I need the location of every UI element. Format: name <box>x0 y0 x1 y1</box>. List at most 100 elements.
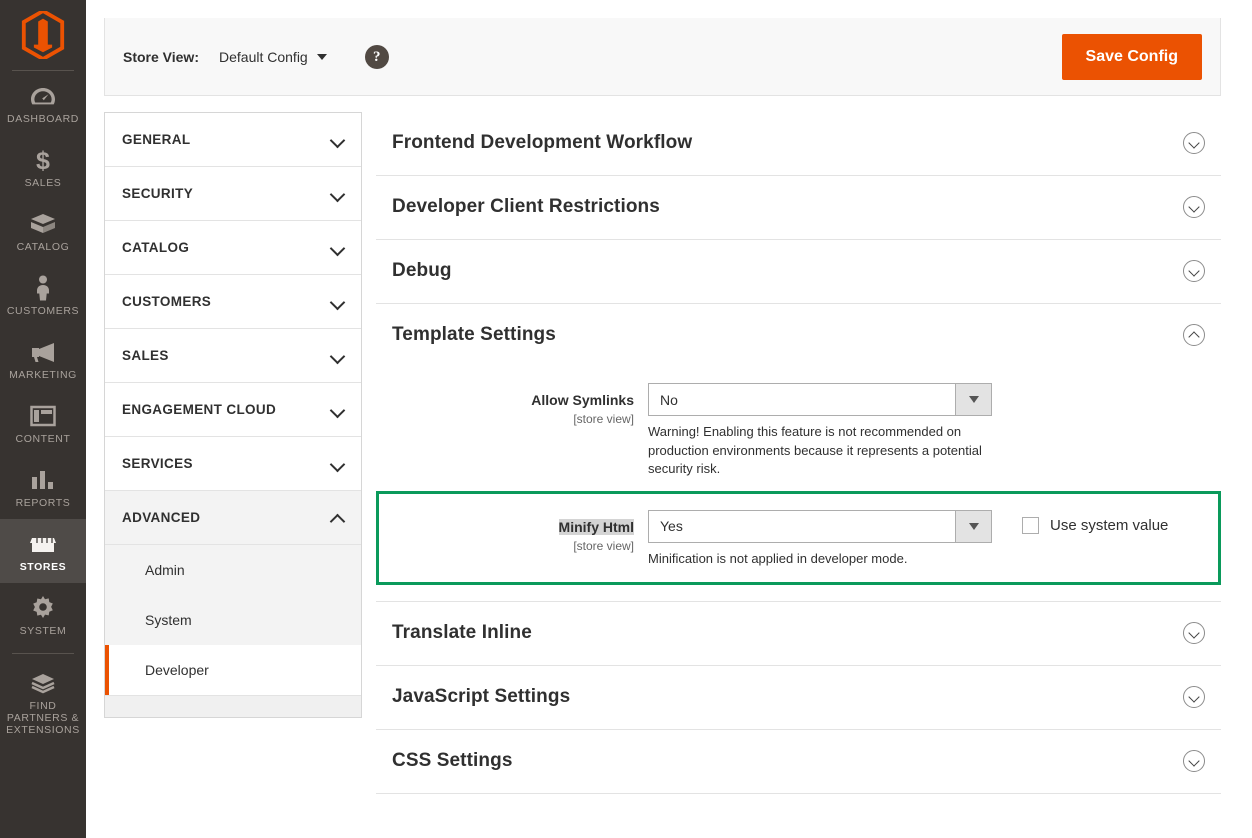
bar-chart-icon <box>2 466 84 494</box>
admin-page: DASHBOARD $ SALES CATALOG CUSTOMERS MARK… <box>0 0 1252 838</box>
highlight-box-minify-html: Minify Html [store view] Yes <box>376 491 1221 586</box>
template-settings-body: Allow Symlinks [store view] No Warning! … <box>376 367 1221 601</box>
config-section-customers[interactable]: CUSTOMERS <box>105 275 361 329</box>
chevron-down-icon <box>331 135 345 144</box>
sidebar-item-marketing[interactable]: MARKETING <box>0 327 86 391</box>
config-nav-footer-bar <box>105 695 361 717</box>
sidebar-item-dashboard[interactable]: DASHBOARD <box>0 71 86 135</box>
config-section-engagement-cloud[interactable]: ENGAGEMENT CLOUD <box>105 383 361 437</box>
field-control-column: No Warning! Enabling this feature is not… <box>648 383 1221 479</box>
config-section-label: CUSTOMERS <box>122 294 211 309</box>
store-view-label: Store View: <box>123 49 199 65</box>
section-header[interactable]: Developer Client Restrictions <box>376 176 1221 239</box>
config-subitem-admin[interactable]: Admin <box>105 545 361 595</box>
sidebar-item-reports[interactable]: REPORTS <box>0 455 86 519</box>
chevron-down-icon[interactable] <box>1183 260 1205 282</box>
section-title: JavaScript Settings <box>392 686 570 708</box>
sidebar-item-stores[interactable]: STORES <box>0 519 86 583</box>
sidebar-item-label: SALES <box>2 177 84 189</box>
select-value: No <box>649 384 955 415</box>
section-title: Developer Client Restrictions <box>392 196 660 218</box>
config-advanced-submenu: Admin System Developer <box>105 545 361 695</box>
chevron-down-icon[interactable] <box>1183 622 1205 644</box>
sidebar-item-label: REPORTS <box>2 497 84 509</box>
chevron-down-icon <box>331 459 345 468</box>
config-section-catalog[interactable]: CATALOG <box>105 221 361 275</box>
field-allow-symlinks: Allow Symlinks [store view] No Warning! … <box>376 377 1221 479</box>
chevron-down-icon <box>955 384 991 415</box>
field-scope: [store view] <box>376 412 634 426</box>
select-value: Yes <box>649 511 955 542</box>
save-config-button[interactable]: Save Config <box>1062 34 1202 80</box>
magento-logo[interactable] <box>0 0 86 70</box>
chevron-down-icon <box>331 405 345 414</box>
config-section-services[interactable]: SERVICES <box>105 437 361 491</box>
section-title: CSS Settings <box>392 750 513 772</box>
chevron-down-icon <box>331 189 345 198</box>
section-title: Frontend Development Workflow <box>392 132 692 154</box>
field-note: Warning! Enabling this feature is not re… <box>648 423 988 479</box>
config-section-general[interactable]: GENERAL <box>105 113 361 167</box>
sidebar-item-customers[interactable]: CUSTOMERS <box>0 263 86 327</box>
section-header[interactable]: CSS Settings <box>376 730 1221 793</box>
section-header[interactable]: Frontend Development Workflow <box>376 112 1221 175</box>
sidebar-item-label: CONTENT <box>2 433 84 445</box>
chevron-down-icon[interactable] <box>1183 750 1205 772</box>
field-label: Allow Symlinks <box>531 392 634 408</box>
page-header: Store View: Default Config ? Save Config <box>104 18 1221 96</box>
section-developer-client-restrictions: Developer Client Restrictions <box>376 176 1221 240</box>
config-section-label: SERVICES <box>122 456 193 471</box>
use-system-value-toggle[interactable]: Use system value <box>1022 510 1168 534</box>
config-section-label: GENERAL <box>122 132 190 147</box>
store-view-switcher[interactable]: Default Config <box>219 49 327 65</box>
help-icon[interactable]: ? <box>365 45 389 69</box>
sidebar-item-find-partners-extensions[interactable]: FIND PARTNERS & EXTENSIONS <box>0 658 86 746</box>
sidebar-item-label: DASHBOARD <box>2 113 84 125</box>
section-translate-inline: Translate Inline <box>376 602 1221 666</box>
svg-text:$: $ <box>36 147 50 173</box>
config-section-advanced[interactable]: ADVANCED <box>105 491 361 545</box>
sidebar-item-label: STORES <box>2 561 84 573</box>
person-icon <box>2 274 84 302</box>
chevron-up-icon[interactable] <box>1183 324 1205 346</box>
chevron-up-icon <box>331 513 345 522</box>
chevron-down-icon[interactable] <box>1183 132 1205 154</box>
admin-sidebar: DASHBOARD $ SALES CATALOG CUSTOMERS MARK… <box>0 0 86 838</box>
section-title: Translate Inline <box>392 622 532 644</box>
sidebar-item-catalog[interactable]: CATALOG <box>0 199 86 263</box>
chevron-down-icon[interactable] <box>1183 196 1205 218</box>
minify-html-controls: Yes Minification is not applied in devel… <box>648 510 1218 569</box>
storefront-icon <box>2 530 84 558</box>
sidebar-item-content[interactable]: CONTENT <box>0 391 86 455</box>
section-header[interactable]: Debug <box>376 240 1221 303</box>
developer-settings-panel: Frontend Development Workflow Developer … <box>376 112 1221 794</box>
use-system-value-checkbox[interactable] <box>1022 517 1039 534</box>
chevron-down-icon <box>331 351 345 360</box>
section-debug: Debug <box>376 240 1221 304</box>
chevron-down-icon[interactable] <box>1183 686 1205 708</box>
config-section-sales[interactable]: SALES <box>105 329 361 383</box>
config-subitem-developer[interactable]: Developer <box>105 645 361 695</box>
section-template-settings: Template Settings Allow Symlinks [store … <box>376 304 1221 602</box>
section-title: Template Settings <box>392 324 556 346</box>
minify-html-select[interactable]: Yes <box>648 510 992 543</box>
allow-symlinks-select[interactable]: No <box>648 383 992 416</box>
content-column: Store View: Default Config ? Save Config… <box>86 0 1252 838</box>
config-section-label: SALES <box>122 348 169 363</box>
field-label-column: Allow Symlinks [store view] <box>376 383 648 479</box>
sidebar-item-system[interactable]: SYSTEM <box>0 583 86 647</box>
config-subitem-system[interactable]: System <box>105 595 361 645</box>
use-system-value-label: Use system value <box>1050 517 1168 534</box>
section-header[interactable]: Translate Inline <box>376 602 1221 665</box>
config-section-security[interactable]: SECURITY <box>105 167 361 221</box>
section-header[interactable]: Template Settings <box>376 304 1221 367</box>
field-scope: [store view] <box>379 539 634 553</box>
config-section-label: CATALOG <box>122 240 189 255</box>
sidebar-item-label: MARKETING <box>2 369 84 381</box>
sidebar-item-sales[interactable]: $ SALES <box>0 135 86 199</box>
field-minify-html: Minify Html [store view] Yes <box>379 504 1218 569</box>
section-javascript-settings: JavaScript Settings <box>376 666 1221 730</box>
sidebar-item-label: SYSTEM <box>2 625 84 637</box>
section-header[interactable]: JavaScript Settings <box>376 666 1221 729</box>
sidebar-item-label: CATALOG <box>2 241 84 253</box>
